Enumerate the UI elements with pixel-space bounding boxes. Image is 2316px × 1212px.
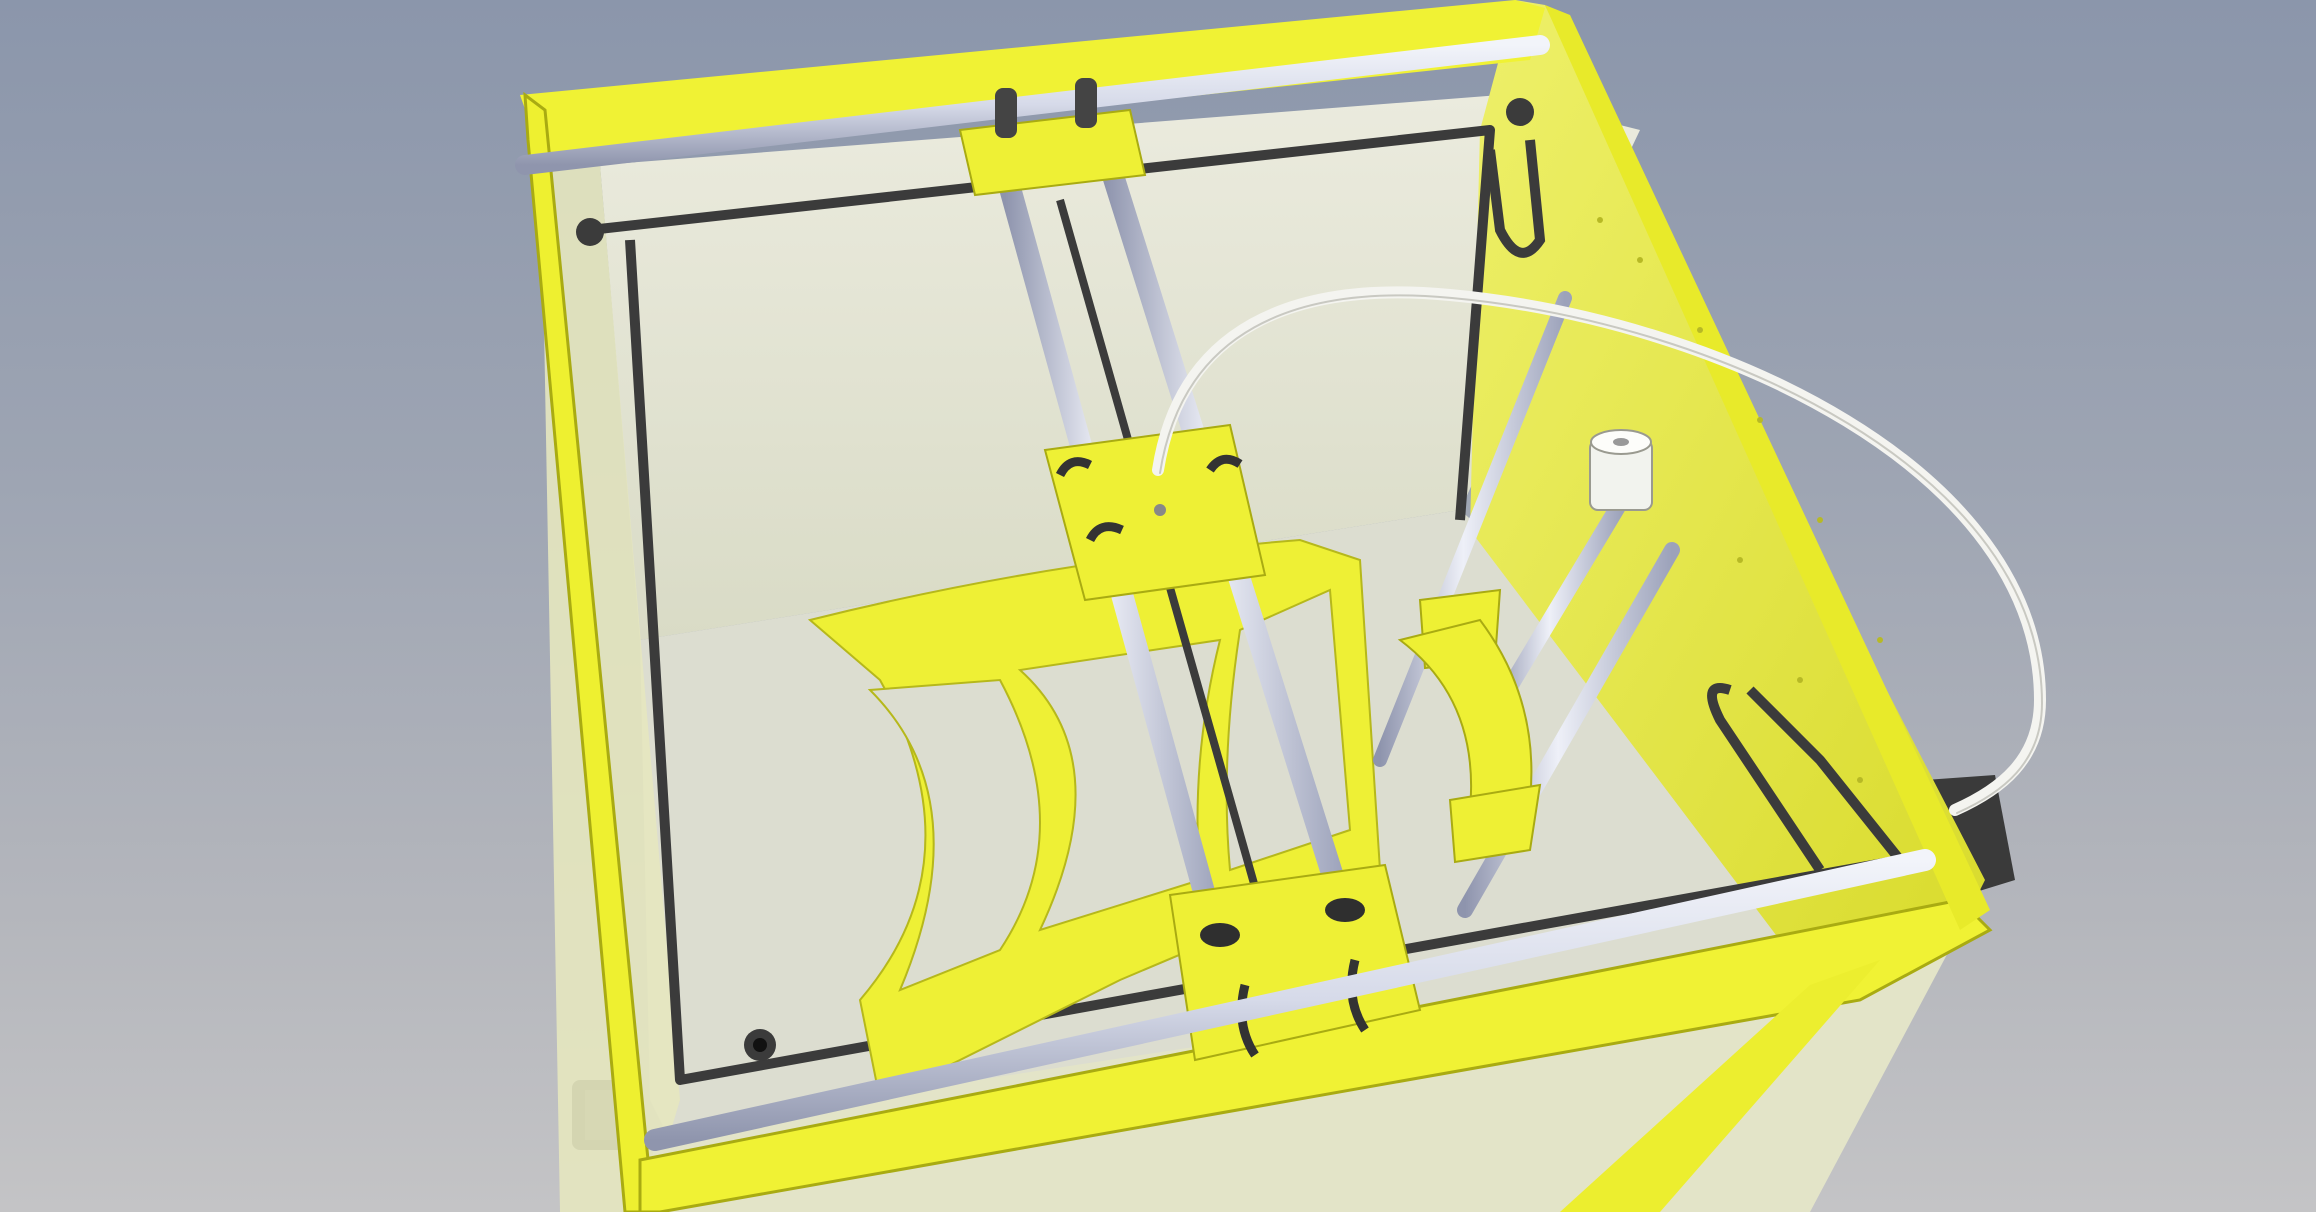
corner-post-back-right — [1506, 98, 1534, 126]
back-bearing-left — [995, 88, 1017, 138]
nozzle — [1154, 504, 1166, 516]
print-head-carriage — [1043, 423, 1267, 602]
back-bearing-right — [1075, 78, 1097, 128]
cad-viewport — [0, 0, 2316, 1212]
corner-post-back-left — [576, 218, 604, 246]
printer-render — [515, 0, 2047, 1212]
